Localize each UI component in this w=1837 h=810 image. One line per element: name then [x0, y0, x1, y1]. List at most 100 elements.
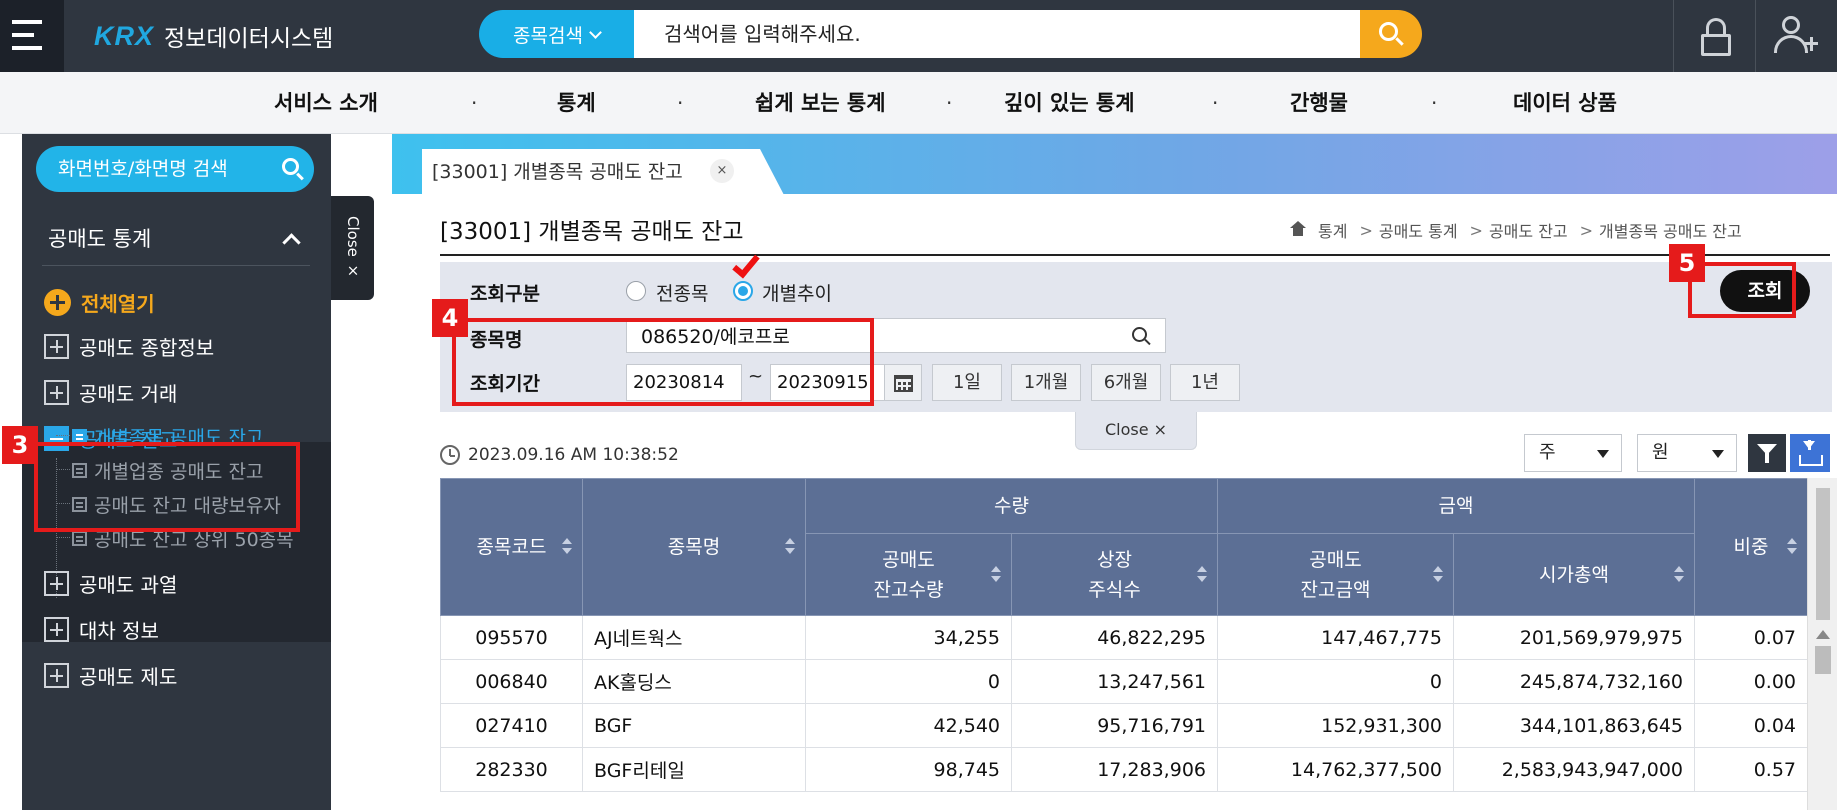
cell-short-qty: 0	[805, 659, 1012, 704]
unit-share-value: 주	[1539, 442, 1556, 463]
sort-icon	[562, 538, 572, 556]
login-button[interactable]	[1673, 0, 1755, 72]
breadcrumb-item[interactable]: 공매도 통계	[1379, 218, 1458, 242]
download-button[interactable]	[1790, 434, 1830, 472]
expand-all-button[interactable]: 전체열기	[44, 284, 155, 320]
period-6m-button[interactable]: 6개월	[1091, 364, 1161, 401]
breadcrumb: 통계 > 공매도 통계 > 공매도 잔고 > 개별종목 공매도 잔고	[1290, 218, 1742, 242]
cell-short-amount: 152,931,300	[1217, 703, 1454, 748]
plus-circle-icon	[44, 288, 71, 316]
global-search-button[interactable]	[1360, 10, 1422, 58]
global-search-input[interactable]	[634, 10, 1360, 58]
table-row[interactable]: 006840 AK홀딩스 0 13,247,561 0 245,874,732,160 0.…	[440, 659, 1807, 704]
cell-ratio: 0.07	[1694, 615, 1807, 660]
sort-icon	[1674, 565, 1684, 584]
sidebar-search-input[interactable]	[36, 146, 266, 192]
signup-button[interactable]	[1755, 0, 1837, 72]
period-1y-button[interactable]: 1년	[1170, 364, 1240, 401]
main-nav: 서비스 소개 · 통계 · 쉽게 보는 통계 · 깊이 있는 통계 · 간행물 …	[0, 72, 1837, 134]
column-header-listed-shares[interactable]: 상장 주식수	[1011, 533, 1218, 616]
sidebar-category[interactable]: 공매도 통계	[22, 204, 331, 274]
sidebar-item-label: 공매도 제도	[79, 664, 178, 689]
column-header-short-amount[interactable]: 공매도 잔고금액	[1217, 533, 1454, 616]
nav-item-data-products[interactable]: 데이터 상품	[1513, 72, 1617, 134]
menu-icon[interactable]	[0, 0, 64, 72]
tab-33001[interactable]: [33001] 개별종목 공매도 잔고 ×	[422, 149, 784, 195]
sidebar-item-short-policy[interactable]: 공매도 제도	[44, 657, 177, 693]
chevron-up-icon	[282, 233, 301, 252]
unit-currency-value: 원	[1652, 442, 1669, 463]
radio-all-stocks[interactable]	[626, 281, 646, 301]
home-icon[interactable]	[1290, 221, 1306, 237]
breadcrumb-item[interactable]: 개별종목 공매도 잔고	[1599, 218, 1742, 242]
title-rule	[440, 254, 1830, 256]
page-title: [33001] 개별종목 공매도 잔고	[440, 219, 744, 245]
cell-short-amount: 147,467,775	[1217, 615, 1454, 660]
search-type-label: 종목검색	[513, 24, 583, 47]
radio-individual-trend[interactable]	[733, 281, 753, 301]
radio-individual-trend-label: 개별추이	[762, 283, 832, 305]
cell-listed-shares: 13,247,561	[1011, 659, 1218, 704]
period-1d-button[interactable]: 1일	[932, 364, 1002, 401]
column-header-ratio[interactable]: 비중	[1694, 478, 1807, 616]
cell-short-qty: 34,255	[805, 615, 1012, 660]
sidebar-item-lending[interactable]: 대차 정보	[44, 611, 159, 647]
close-icon[interactable]: ×	[710, 159, 734, 183]
table-row[interactable]: 027410 BGF 42,540 95,716,791 152,931,300 344,…	[440, 703, 1807, 748]
logo[interactable]: KRX 정보데이터시스템	[94, 17, 333, 55]
chevron-down-icon	[589, 25, 602, 39]
table-row[interactable]: 282330 BGF리테일 98,745 17,283,906 14,762,377,5…	[440, 747, 1807, 792]
breadcrumb-item[interactable]: 통계	[1318, 218, 1347, 242]
nav-separator: ·	[1212, 91, 1219, 115]
unit-currency-select[interactable]: 원	[1637, 434, 1737, 472]
nav-item-easy-stats[interactable]: 쉽게 보는 통계	[755, 72, 886, 134]
plus-icon	[44, 662, 69, 688]
search-type-dropdown[interactable]: 종목검색	[479, 10, 634, 58]
filter-close-button[interactable]: Close ×	[1075, 412, 1197, 450]
grid-scrollbar[interactable]	[1807, 478, 1837, 810]
nav-item-service[interactable]: 서비스 소개	[274, 72, 378, 134]
plus-icon	[44, 333, 69, 359]
annotation-badge-5: 5	[1669, 244, 1705, 282]
period-1m-button[interactable]: 1개월	[1011, 364, 1081, 401]
column-header-code[interactable]: 종목코드	[440, 478, 583, 616]
global-search: 종목검색	[479, 10, 1422, 58]
column-header-short-qty[interactable]: 공매도 잔고수량	[805, 533, 1012, 616]
unit-share-select[interactable]: 주	[1524, 434, 1622, 472]
logo-brand: KRX	[94, 20, 155, 51]
sidebar-close-button[interactable]: Close ×	[331, 196, 374, 300]
logo-name: 정보데이터시스템	[164, 26, 334, 52]
nav-separator: ·	[946, 91, 953, 115]
nav-separator: ·	[1431, 91, 1438, 115]
sidebar-item-short-trade[interactable]: 공매도 거래	[44, 374, 177, 410]
top-bar: KRX 정보데이터시스템 종목검색	[0, 0, 1837, 72]
calendar-button[interactable]	[884, 364, 922, 401]
sidebar-item-short-overheat[interactable]: 공매도 과열	[44, 565, 177, 601]
cell-short-qty: 42,540	[805, 703, 1012, 748]
scroll-up-icon[interactable]	[1816, 630, 1830, 639]
nav-item-stats[interactable]: 통계	[557, 72, 596, 134]
column-header-market-cap[interactable]: 시가총액	[1453, 533, 1695, 616]
divider	[42, 265, 310, 266]
scroll-thumb[interactable]	[1815, 646, 1831, 674]
cell-market-cap: 245,874,732,160	[1453, 659, 1695, 704]
sort-icon	[785, 538, 795, 556]
table-row[interactable]: 095570 AJ네트웍스 34,255 46,822,295 147,467,775 2…	[440, 615, 1807, 660]
column-header-name[interactable]: 종목명	[582, 478, 806, 616]
cell-listed-shares: 17,283,906	[1011, 747, 1218, 792]
sidebar-item-short-summary[interactable]: 공매도 종합정보	[44, 328, 214, 364]
breadcrumb-item[interactable]: 공매도 잔고	[1489, 218, 1568, 242]
nav-item-publications[interactable]: 간행물	[1290, 72, 1348, 134]
sidebar-category-label: 공매도 통계	[48, 227, 152, 251]
annotation-badge-4: 4	[432, 299, 468, 337]
cell-listed-shares: 46,822,295	[1011, 615, 1218, 660]
cell-short-amount: 0	[1217, 659, 1454, 704]
cell-short-qty: 98,745	[805, 747, 1012, 792]
sort-icon	[1787, 538, 1797, 556]
filter-button[interactable]	[1748, 434, 1786, 472]
sidebar-item-label: 대차 정보	[79, 618, 159, 643]
cell-code: 095570	[440, 615, 583, 660]
tab-label: [33001] 개별종목 공매도 잔고	[432, 161, 683, 183]
sidebar-item-label: 공매도 거래	[79, 381, 178, 406]
nav-item-deep-stats[interactable]: 깊이 있는 통계	[1004, 72, 1135, 134]
